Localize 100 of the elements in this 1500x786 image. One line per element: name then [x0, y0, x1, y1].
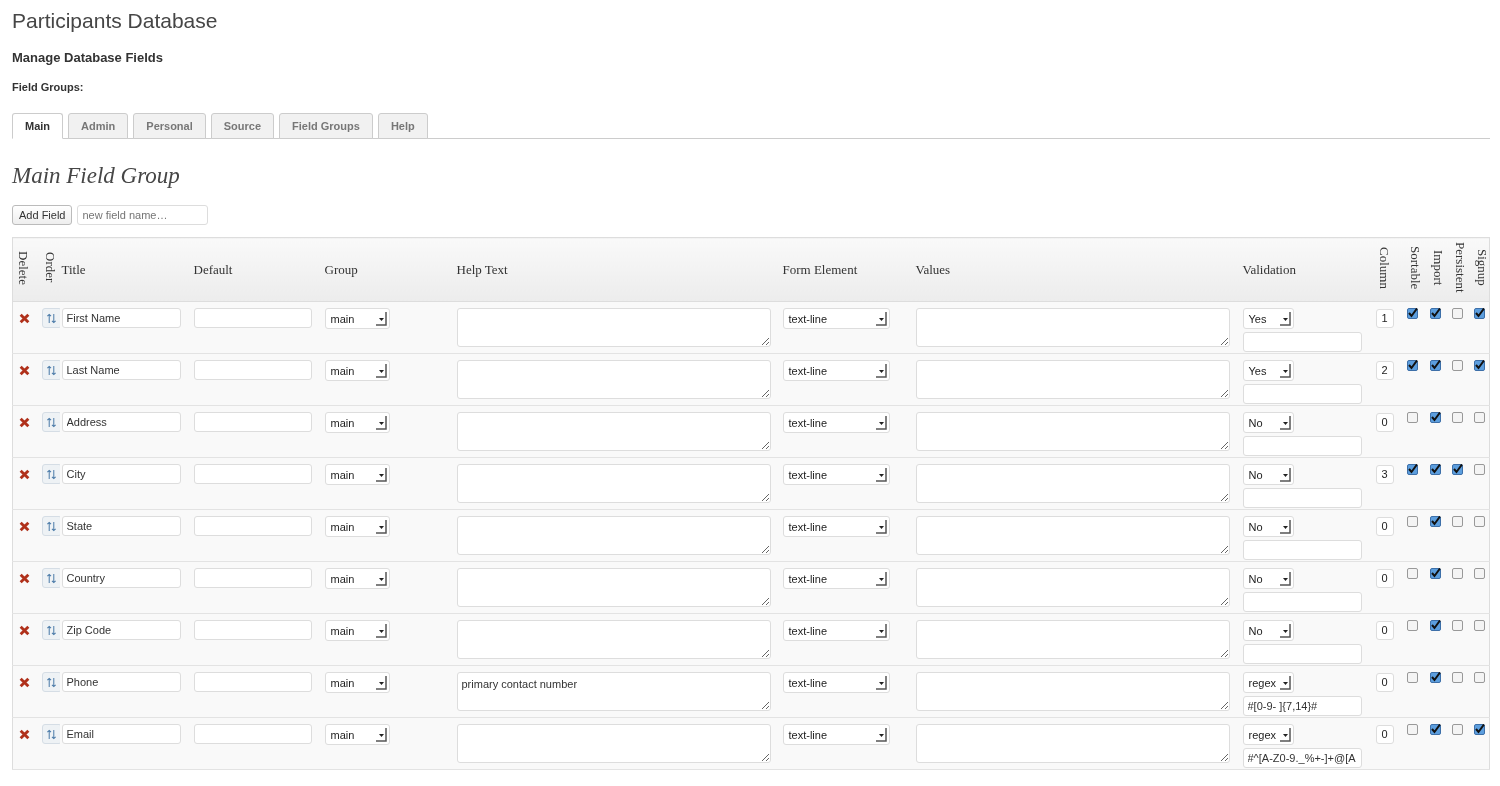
- column-field[interactable]: 1: [1375, 308, 1394, 328]
- title-field[interactable]: City: [61, 464, 181, 484]
- checkbox[interactable]: [1406, 620, 1418, 631]
- default-field[interactable]: [193, 568, 312, 588]
- form-element-select[interactable]: text-line: [782, 464, 890, 485]
- checkbox[interactable]: [1429, 672, 1441, 683]
- help-text-field[interactable]: [456, 412, 771, 451]
- checkbox[interactable]: [1429, 360, 1441, 371]
- validation-select[interactable]: Yes: [1242, 360, 1294, 381]
- validation-select[interactable]: regex: [1242, 724, 1294, 745]
- checkbox[interactable]: [1473, 412, 1485, 423]
- checkbox[interactable]: [1451, 568, 1463, 579]
- help-text-field[interactable]: [456, 516, 771, 555]
- validation-pattern-field[interactable]: [1242, 540, 1362, 560]
- form-element-select[interactable]: text-line: [782, 672, 890, 693]
- title-field[interactable]: Last Name: [61, 360, 181, 380]
- column-field[interactable]: 3: [1375, 464, 1394, 484]
- values-field[interactable]: [915, 464, 1230, 503]
- column-field[interactable]: 0: [1375, 568, 1394, 588]
- checkbox[interactable]: [1429, 620, 1441, 631]
- checkbox[interactable]: [1451, 412, 1463, 423]
- checkbox[interactable]: [1473, 568, 1485, 579]
- title-field[interactable]: Country: [61, 568, 181, 588]
- delete-icon[interactable]: [19, 365, 30, 376]
- validation-pattern-field[interactable]: [1242, 592, 1362, 612]
- delete-icon[interactable]: [19, 625, 30, 636]
- delete-icon[interactable]: [19, 469, 30, 480]
- tab[interactable]: Help: [377, 113, 428, 139]
- checkbox[interactable]: [1429, 568, 1441, 579]
- reorder-handle[interactable]: [41, 412, 62, 432]
- form-element-select[interactable]: text-line: [782, 412, 890, 433]
- column-field[interactable]: 2: [1375, 360, 1394, 380]
- group-select[interactable]: main: [324, 568, 390, 589]
- help-text-field[interactable]: [456, 308, 771, 347]
- tab[interactable]: Source: [210, 113, 275, 139]
- reorder-handle[interactable]: [41, 724, 62, 744]
- checkbox[interactable]: [1451, 308, 1463, 319]
- validation-pattern-field[interactable]: [1242, 644, 1362, 664]
- validation-select[interactable]: Yes: [1242, 308, 1294, 329]
- checkbox[interactable]: [1406, 464, 1418, 475]
- checkbox[interactable]: [1429, 308, 1441, 319]
- help-text-field[interactable]: [456, 464, 771, 503]
- default-field[interactable]: [193, 672, 312, 692]
- validation-select[interactable]: No: [1242, 620, 1294, 641]
- values-field[interactable]: [915, 412, 1230, 451]
- values-field[interactable]: [915, 724, 1230, 763]
- title-field[interactable]: Phone: [61, 672, 181, 692]
- validation-pattern-field[interactable]: [1242, 436, 1362, 456]
- reorder-handle[interactable]: [41, 464, 62, 484]
- tab[interactable]: Field Groups: [279, 113, 373, 139]
- tab[interactable]: Admin: [68, 113, 129, 139]
- checkbox[interactable]: [1406, 724, 1418, 735]
- checkbox[interactable]: [1473, 308, 1485, 319]
- reorder-handle[interactable]: [41, 568, 62, 588]
- column-field[interactable]: 0: [1375, 672, 1394, 692]
- column-field[interactable]: 0: [1375, 620, 1394, 640]
- checkbox[interactable]: [1473, 360, 1485, 371]
- form-element-select[interactable]: text-line: [782, 360, 890, 381]
- delete-icon[interactable]: [19, 313, 30, 324]
- checkbox[interactable]: [1451, 724, 1463, 735]
- title-field[interactable]: First Name: [61, 308, 181, 328]
- validation-pattern-field[interactable]: [1242, 332, 1362, 352]
- values-field[interactable]: [915, 516, 1230, 555]
- validation-pattern-field[interactable]: [1242, 488, 1362, 508]
- title-field[interactable]: Address: [61, 412, 181, 432]
- validation-select[interactable]: No: [1242, 516, 1294, 537]
- group-select[interactable]: main: [324, 620, 390, 641]
- checkbox[interactable]: [1451, 360, 1463, 371]
- form-element-select[interactable]: text-line: [782, 568, 890, 589]
- help-text-field[interactable]: [456, 724, 771, 763]
- reorder-handle[interactable]: [41, 308, 62, 328]
- group-select[interactable]: main: [324, 724, 390, 745]
- checkbox[interactable]: [1406, 360, 1418, 371]
- checkbox[interactable]: [1451, 672, 1463, 683]
- default-field[interactable]: [193, 412, 312, 432]
- delete-icon[interactable]: [19, 729, 30, 740]
- default-field[interactable]: [193, 516, 312, 536]
- group-select[interactable]: main: [324, 672, 390, 693]
- checkbox[interactable]: [1429, 516, 1441, 527]
- delete-icon[interactable]: [19, 417, 30, 428]
- validation-select[interactable]: regex: [1242, 672, 1294, 693]
- form-element-select[interactable]: text-line: [782, 620, 890, 641]
- tab[interactable]: Personal: [133, 113, 206, 139]
- checkbox[interactable]: [1429, 464, 1441, 475]
- checkbox[interactable]: [1473, 724, 1485, 735]
- help-text-field[interactable]: primary contact number: [456, 672, 771, 711]
- default-field[interactable]: [193, 308, 312, 328]
- tab[interactable]: Main: [12, 113, 64, 139]
- add-field-button[interactable]: Add Field: [12, 205, 73, 225]
- delete-icon[interactable]: [19, 573, 30, 584]
- title-field[interactable]: Email: [61, 724, 181, 744]
- checkbox[interactable]: [1429, 412, 1441, 423]
- group-select[interactable]: main: [324, 516, 390, 537]
- values-field[interactable]: [915, 360, 1230, 399]
- checkbox[interactable]: [1451, 516, 1463, 527]
- title-field[interactable]: State: [61, 516, 181, 536]
- validation-select[interactable]: No: [1242, 568, 1294, 589]
- checkbox[interactable]: [1406, 412, 1418, 423]
- delete-icon[interactable]: [19, 677, 30, 688]
- group-select[interactable]: main: [324, 412, 390, 433]
